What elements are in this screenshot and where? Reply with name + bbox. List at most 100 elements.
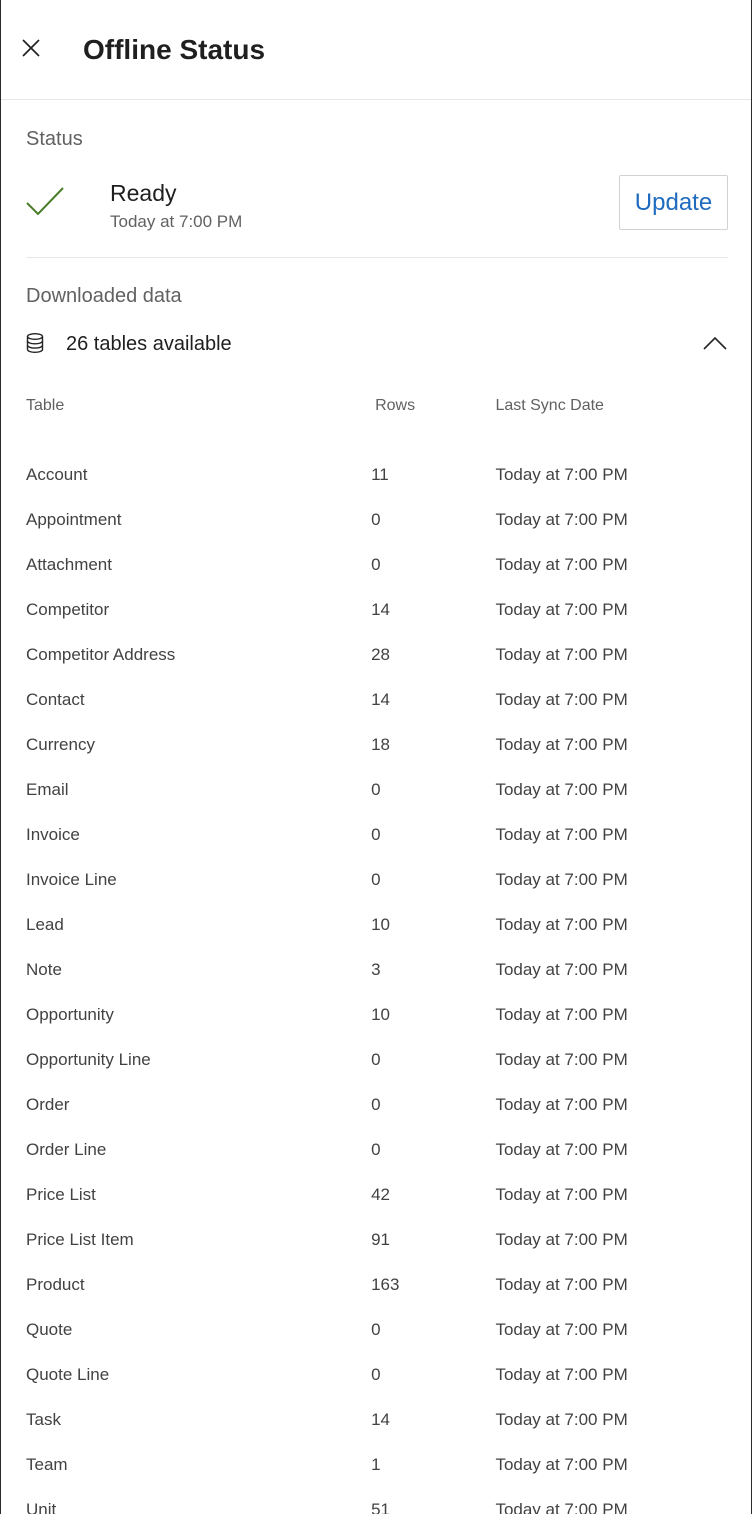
table-cell-name: Team xyxy=(26,1454,68,1474)
table-cell-last-sync: Today at 7:00 PM xyxy=(495,1049,628,1069)
status-row: Ready Today at 7:00 PM Update xyxy=(26,170,728,258)
table-row: Account 11 Today at 7:00 PM xyxy=(26,452,728,497)
table-cell-name: Opportunity Line xyxy=(26,1049,151,1069)
table-row: Quote Line 0 Today at 7:00 PM xyxy=(26,1352,728,1397)
table-row: Opportunity 10 Today at 7:00 PM xyxy=(26,992,728,1037)
collapse-tables-button[interactable] xyxy=(700,328,730,358)
table-cell-name: Competitor Address xyxy=(26,644,176,664)
table-row: Price List Item 91 Today at 7:00 PM xyxy=(26,1217,728,1262)
panel-header: Offline Status xyxy=(1,0,751,100)
table-cell-last-sync: Today at 7:00 PM xyxy=(495,734,628,754)
table-cell-name: Price List Item xyxy=(26,1229,134,1249)
table-cell-rows: 0 xyxy=(371,1364,381,1384)
table-cell-name: Email xyxy=(26,779,69,799)
table-row: Price List 42 Today at 7:00 PM xyxy=(26,1172,728,1217)
table-cell-last-sync: Today at 7:00 PM xyxy=(495,1319,628,1339)
table-cell-last-sync: Today at 7:00 PM xyxy=(495,1364,628,1384)
downloaded-data-label: Downloaded data xyxy=(26,285,182,307)
table-header-row: Table Rows Last Sync Date xyxy=(26,388,728,424)
table-row: Product 163 Today at 7:00 PM xyxy=(26,1262,728,1307)
table-cell-last-sync: Today at 7:00 PM xyxy=(495,1454,628,1474)
table-cell-rows: 0 xyxy=(371,1139,381,1159)
table-cell-rows: 0 xyxy=(371,1094,381,1114)
table-cell-last-sync: Today at 7:00 PM xyxy=(495,914,628,934)
offline-status-panel: Offline Status Status Ready Today at 7:0… xyxy=(0,0,752,1514)
status-state: Ready xyxy=(110,180,177,206)
status-section-label: Status xyxy=(26,128,83,150)
table-row: Invoice 0 Today at 7:00 PM xyxy=(26,812,728,857)
table-row: Note 3 Today at 7:00 PM xyxy=(26,947,728,992)
table-cell-rows: 51 xyxy=(371,1499,390,1514)
column-header-table: Table xyxy=(26,397,65,414)
table-cell-last-sync: Today at 7:00 PM xyxy=(495,869,628,889)
table-cell-rows: 10 xyxy=(371,1004,390,1024)
table-cell-rows: 28 xyxy=(371,644,390,664)
checkmark-icon xyxy=(26,187,64,216)
table-cell-rows: 0 xyxy=(371,779,381,799)
table-cell-name: Quote xyxy=(26,1319,73,1339)
table-cell-last-sync: Today at 7:00 PM xyxy=(495,1229,628,1249)
table-row: Attachment 0 Today at 7:00 PM xyxy=(26,542,728,587)
offline-tables-table: Table Rows Last Sync Date Account 11 Today… xyxy=(26,388,728,1514)
column-header-rows: Rows xyxy=(375,397,416,414)
table-cell-last-sync: Today at 7:00 PM xyxy=(495,554,628,574)
table-cell-last-sync: Today at 7:00 PM xyxy=(495,599,628,619)
table-cell-rows: 0 xyxy=(371,824,381,844)
table-row: Currency 18 Today at 7:00 PM xyxy=(26,722,728,767)
tables-summary-row[interactable]: 26 tables available xyxy=(26,326,728,362)
table-cell-last-sync: Today at 7:00 PM xyxy=(495,824,628,844)
table-cell-name: Note xyxy=(26,959,62,979)
table-cell-name: Task xyxy=(26,1409,61,1429)
table-cell-rows: 14 xyxy=(371,1409,390,1429)
table-row: Competitor Address 28 Today at 7:00 PM xyxy=(26,632,728,677)
table-row: Quote 0 Today at 7:00 PM xyxy=(26,1307,728,1352)
table-cell-last-sync: Today at 7:00 PM xyxy=(495,509,628,529)
table-cell-rows: 10 xyxy=(371,914,390,934)
table-cell-rows: 0 xyxy=(371,509,381,529)
close-icon xyxy=(22,39,40,57)
close-button[interactable] xyxy=(15,32,47,64)
chevron-up-icon xyxy=(703,336,727,350)
column-header-last-sync: Last Sync Date xyxy=(495,397,604,414)
table-cell-name: Lead xyxy=(26,914,64,934)
table-cell-rows: 14 xyxy=(371,689,390,709)
table-cell-name: Attachment xyxy=(26,554,112,574)
table-cell-last-sync: Today at 7:00 PM xyxy=(495,689,628,709)
table-row: Opportunity Line 0 Today at 7:00 PM xyxy=(26,1037,728,1082)
table-cell-last-sync: Today at 7:00 PM xyxy=(495,1184,628,1204)
table-cell-name: Opportunity xyxy=(26,1004,114,1024)
table-cell-rows: 14 xyxy=(371,599,390,619)
table-cell-name: Account xyxy=(26,464,88,484)
table-cell-name: Price List xyxy=(26,1184,96,1204)
table-cell-last-sync: Today at 7:00 PM xyxy=(495,464,628,484)
table-cell-rows: 1 xyxy=(371,1454,381,1474)
table-row: Unit 51 Today at 7:00 PM xyxy=(26,1487,728,1514)
table-cell-name: Invoice xyxy=(26,824,80,844)
table-row: Order Line 0 Today at 7:00 PM xyxy=(26,1127,728,1172)
table-cell-name: Unit xyxy=(26,1499,57,1514)
update-button[interactable]: Update xyxy=(619,175,728,230)
table-row: Lead 10 Today at 7:00 PM xyxy=(26,902,728,947)
table-cell-last-sync: Today at 7:00 PM xyxy=(495,779,628,799)
table-cell-rows: 42 xyxy=(371,1184,390,1204)
table-cell-last-sync: Today at 7:00 PM xyxy=(495,1499,628,1514)
table-row: Appointment 0 Today at 7:00 PM xyxy=(26,497,728,542)
page-title: Offline Status xyxy=(83,34,266,65)
table-cell-name: Order Line xyxy=(26,1139,107,1159)
table-cell-rows: 0 xyxy=(371,1049,381,1069)
table-cell-name: Invoice Line xyxy=(26,869,117,889)
table-cell-rows: 0 xyxy=(371,869,381,889)
table-cell-rows: 0 xyxy=(371,1319,381,1339)
table-cell-rows: 3 xyxy=(371,959,381,979)
tables-count: 26 tables available xyxy=(66,333,232,355)
table-cell-name: Competitor xyxy=(26,599,110,619)
table-row: Invoice Line 0 Today at 7:00 PM xyxy=(26,857,728,902)
table-cell-name: Quote Line xyxy=(26,1364,110,1384)
table-cell-last-sync: Today at 7:00 PM xyxy=(495,1409,628,1429)
database-icon xyxy=(26,333,44,353)
table-cell-name: Product xyxy=(26,1274,85,1294)
table-row: Email 0 Today at 7:00 PM xyxy=(26,767,728,812)
status-time: Today at 7:00 PM xyxy=(110,212,243,231)
table-cell-name: Contact xyxy=(26,689,85,709)
table-row: Task 14 Today at 7:00 PM xyxy=(26,1397,728,1442)
